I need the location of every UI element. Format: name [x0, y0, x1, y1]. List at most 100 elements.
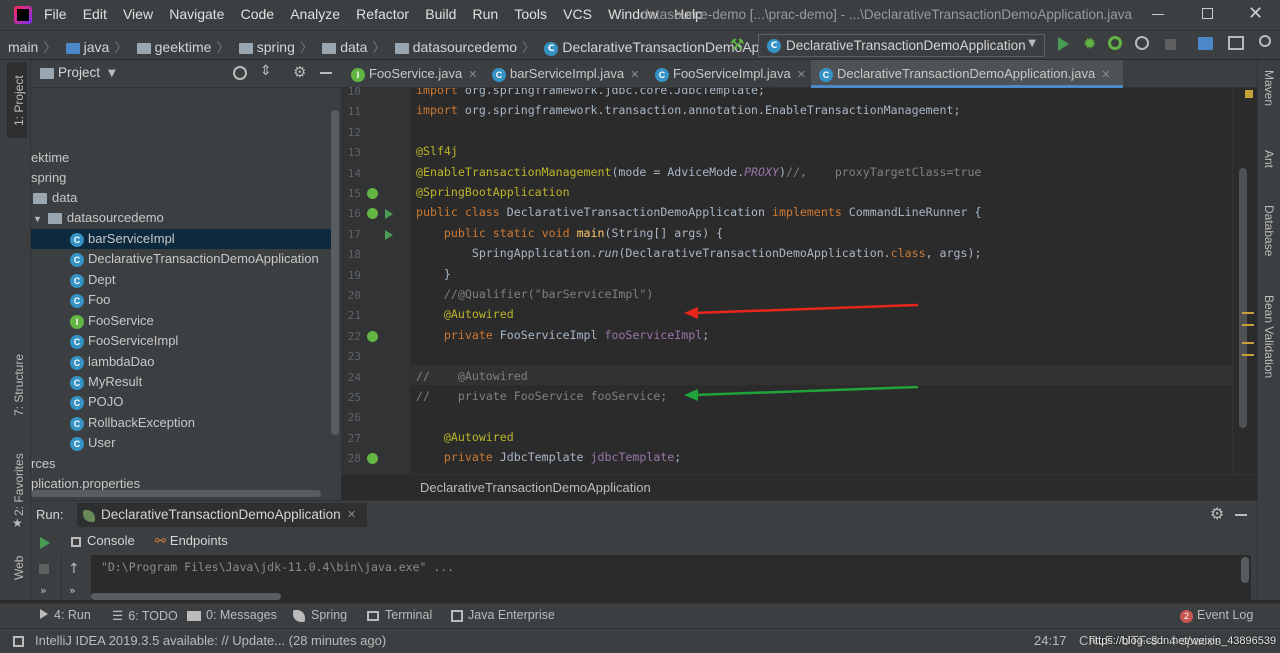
menu-code[interactable]: Code [241, 6, 274, 22]
tree-item-dept[interactable]: C Dept [31, 270, 331, 290]
close-tab-icon[interactable]: ✕ [630, 69, 639, 81]
tree-item-fooservice[interactable]: I FooService [31, 311, 331, 331]
project-title[interactable]: Project [58, 65, 100, 80]
rerun-icon[interactable] [40, 537, 50, 549]
tree-item-fooserviceimpl[interactable]: C FooServiceImpl [31, 331, 331, 351]
code-line[interactable]: SpringApplication.run(DeclarativeTransac… [416, 246, 982, 260]
code-line[interactable]: public static void main(String[] args) { [416, 226, 723, 240]
menu-tools[interactable]: Tools [514, 6, 547, 22]
menu-view[interactable]: View [123, 6, 153, 22]
code-line[interactable]: } [416, 267, 451, 281]
tree-item-datasourcedemo[interactable]: ▼ datasourcedemo [31, 208, 331, 228]
tab-fooservice[interactable]: I FooService.java ✕ [341, 60, 477, 88]
run-tool-button[interactable]: 4: Run [40, 608, 91, 622]
code-line[interactable]: @Autowired [416, 307, 514, 321]
tree-item-resources[interactable]: rces [31, 454, 331, 474]
chevron-down-icon[interactable]: ▼ [108, 68, 116, 79]
code-line[interactable]: @Autowired [416, 430, 514, 444]
profile-icon[interactable] [1135, 36, 1149, 50]
hide-icon[interactable] [1235, 514, 1247, 516]
locate-icon[interactable] [233, 66, 247, 80]
messages-tool-button[interactable]: 0: Messages [187, 608, 277, 622]
crumb-datasourcedemo[interactable]: datasourcedemo [413, 39, 517, 55]
stop-icon[interactable] [1165, 39, 1176, 50]
code-line[interactable]: import org.springframework.jdbc.core.Jdb… [416, 88, 765, 97]
crumb-spring[interactable]: spring [257, 39, 295, 55]
code-line[interactable]: // private FooService fooService; [416, 389, 667, 403]
code-line[interactable]: private FooServiceImpl fooServiceImpl; [416, 328, 709, 342]
bean-validation-tool-label[interactable]: Bean Validation [1262, 295, 1276, 378]
menu-build[interactable]: Build [425, 6, 456, 22]
tab-barserviceimpl[interactable]: CbarServiceImpl.java ✕ [482, 60, 640, 88]
caret-position[interactable]: 24:17 [1034, 633, 1067, 648]
expand-arrow-icon[interactable]: ▼ [33, 214, 42, 224]
more-icon[interactable]: » [40, 584, 47, 597]
debug-icon[interactable]: ✹ [1083, 34, 1096, 53]
code-line[interactable]: private JdbcTemplate jdbcTemplate; [416, 450, 681, 464]
project-scrollbar-h[interactable] [31, 490, 321, 497]
run-gutter-icon[interactable] [385, 209, 393, 220]
close-tab-icon[interactable]: ✕ [1101, 69, 1110, 81]
web-tool-label[interactable]: Web [12, 556, 26, 580]
search-icon[interactable] [1259, 35, 1271, 47]
crumb-data[interactable]: data [340, 39, 367, 55]
menu-file[interactable]: File [44, 6, 67, 22]
maven-tool-label[interactable]: Maven [1262, 70, 1276, 106]
tree-item-spring[interactable]: spring [31, 168, 331, 188]
status-message[interactable]: IntelliJ IDEA 2019.3.5 available: // Upd… [35, 633, 386, 648]
favorites-tool-label[interactable]: 2: Favorites [12, 453, 26, 516]
crumb-main[interactable]: main [8, 39, 38, 55]
gear-icon[interactable]: ⚙ [1210, 504, 1224, 523]
tree-item-declarativetransactiondemoapplication[interactable]: C DeclarativeTransactionDemoApplication [31, 249, 331, 269]
editor-scrollbar[interactable] [1232, 88, 1257, 474]
menu-navigate[interactable]: Navigate [169, 6, 224, 22]
menu-analyze[interactable]: Analyze [290, 6, 340, 22]
menu-vcs[interactable]: VCS [563, 6, 592, 22]
menu-refactor[interactable]: Refactor [356, 6, 409, 22]
close-tab-icon[interactable]: ✕ [347, 508, 356, 521]
scroll-up-icon[interactable]: ↑ [68, 561, 80, 577]
close-button[interactable]: ✕ [1248, 3, 1263, 24]
tree-item-pojo[interactable]: C POJO [31, 392, 331, 412]
minimize-button[interactable] [1152, 14, 1164, 15]
menu-edit[interactable]: Edit [83, 6, 107, 22]
run-icon[interactable] [1058, 37, 1069, 51]
tab-fooserviceimpl[interactable]: C FooServiceImpl.java ✕ [645, 60, 811, 88]
crumb-java[interactable]: java [84, 39, 110, 55]
structure-tool-label[interactable]: 7: Structure [12, 354, 26, 416]
code-line[interactable]: //@Qualifier("barServiceImpl") [416, 287, 653, 301]
tree-item-data[interactable]: data [31, 188, 331, 208]
java-enterprise-tool-button[interactable]: Java Enterprise [451, 608, 555, 622]
code-line[interactable]: @EnableTransactionManagement(mode = Advi… [416, 165, 981, 179]
menu-run[interactable]: Run [473, 6, 499, 22]
scroll-thumb[interactable] [1239, 168, 1247, 428]
coverage-icon[interactable] [1108, 36, 1122, 50]
tab-declarativetransactiondemoapplication[interactable]: C DeclarativeTransactionDemoApplication.j… [811, 60, 1123, 88]
endpoints-tab[interactable]: ⚯ Endpoints [155, 533, 255, 553]
project-structure-icon[interactable] [1198, 37, 1213, 50]
run-config-tab[interactable]: DeclarativeTransactionDemoApplication ✕ [77, 503, 367, 527]
crumb-geektime[interactable]: geektime [155, 39, 212, 55]
console-scrollbar-h[interactable] [91, 593, 281, 600]
stop-icon[interactable] [39, 564, 49, 574]
tree-item-myresult[interactable]: C MyResult [31, 372, 331, 392]
console-scrollbar[interactable] [1241, 557, 1249, 583]
console-tab[interactable]: Console [71, 533, 141, 553]
tree-item-lambdadao[interactable]: ClambdaDao [31, 352, 331, 372]
event-log-tool-button[interactable]: 2 Event Log [1180, 608, 1253, 623]
run-config-select[interactable]: C DeclarativeTransactionDemoApplication … [758, 34, 1045, 57]
code-line[interactable]: // @Autowired [416, 369, 528, 383]
status-toggle-icon[interactable] [13, 636, 24, 647]
editor-breadcrumb-class[interactable]: DeclarativeTransactionDemoApplication [420, 480, 651, 495]
collapse-icon[interactable]: ⇕ [260, 63, 272, 79]
more-icon[interactable]: » [69, 584, 76, 597]
database-tool-label[interactable]: Database [1262, 205, 1276, 256]
todo-tool-button[interactable]: ☰ 6: TODO [112, 608, 178, 623]
project-scrollbar-v[interactable] [331, 110, 339, 435]
tree-item-foo[interactable]: C Foo [31, 290, 331, 310]
code-line[interactable]: import org.springframework.transaction.a… [416, 103, 960, 117]
code-line[interactable]: @Slf4j [416, 144, 458, 158]
terminal-icon[interactable] [1228, 36, 1244, 50]
code-line[interactable]: @SpringBootApplication [416, 185, 570, 199]
close-tab-icon[interactable]: ✕ [468, 69, 477, 81]
